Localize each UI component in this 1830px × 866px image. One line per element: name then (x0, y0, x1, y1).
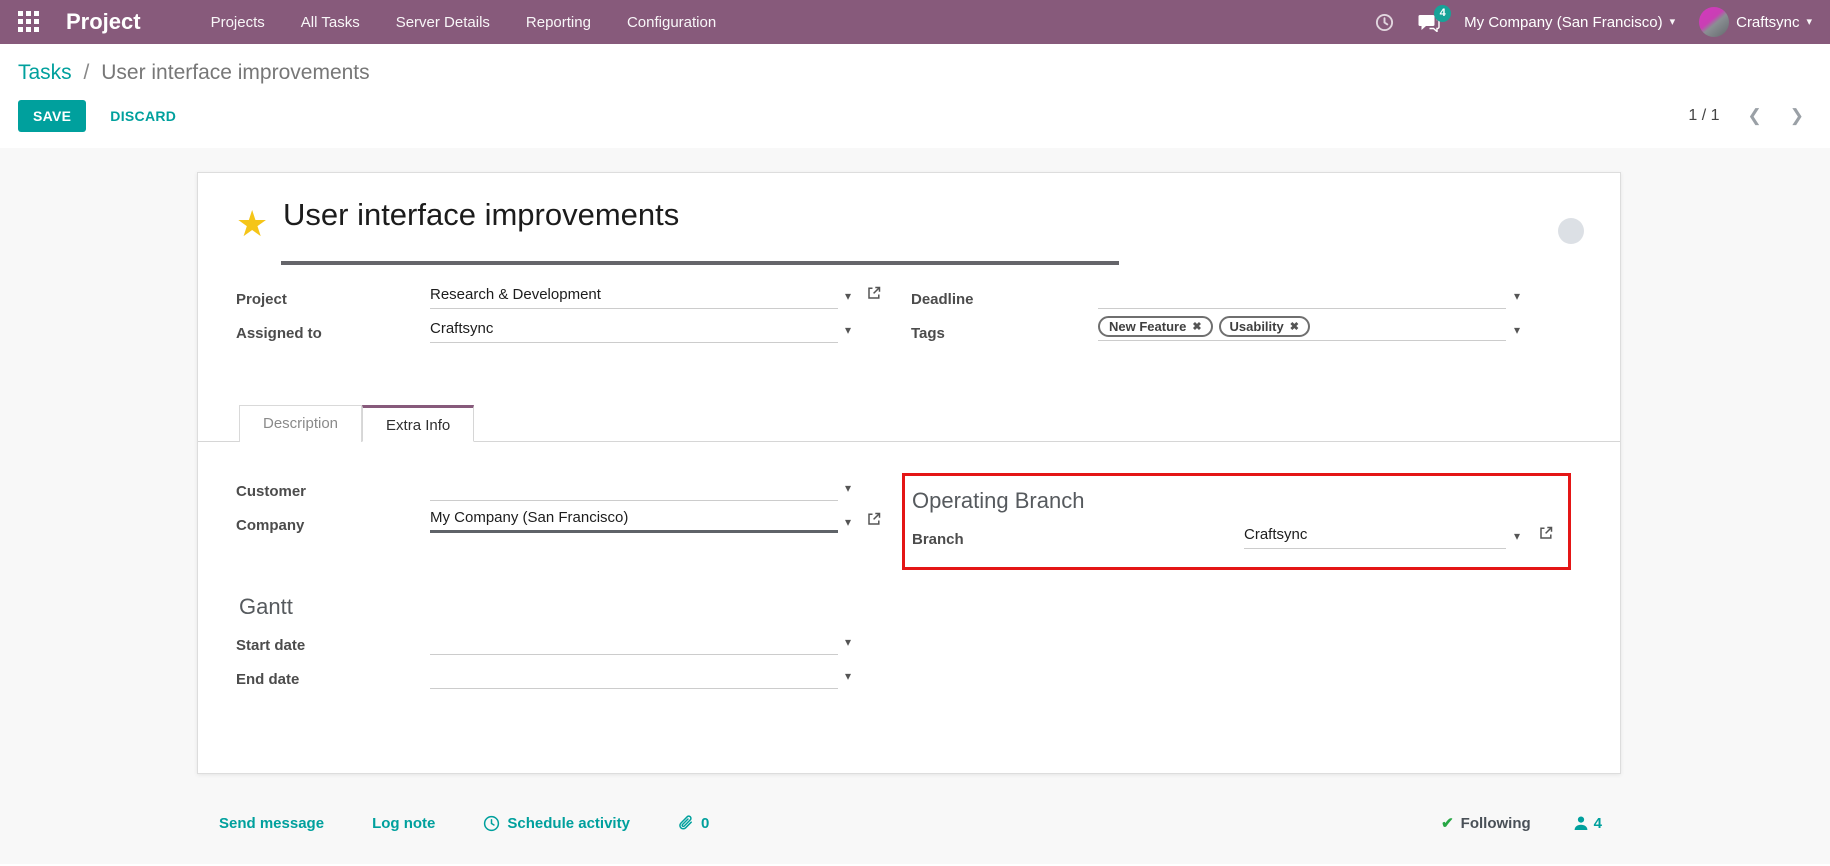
pager-next-icon[interactable]: ❯ (1790, 106, 1804, 126)
tag-pill[interactable]: New Feature ✖ (1098, 316, 1213, 337)
deadline-caret-icon[interactable]: ▾ (1514, 289, 1520, 303)
breadcrumb-current: User interface improvements (101, 61, 369, 84)
breadcrumb-tasks-link[interactable]: Tasks (18, 61, 72, 84)
main-menu: Projects All Tasks Server Details Report… (211, 14, 717, 31)
branch-label: Branch (912, 531, 964, 548)
branch-field[interactable]: Craftsync (1244, 521, 1506, 549)
project-caret-icon[interactable]: ▾ (845, 289, 851, 303)
customer-label: Customer (236, 483, 306, 500)
follower-count: 4 (1594, 815, 1602, 832)
attachment-count: 0 (701, 815, 709, 832)
control-panel-buttons: SAVE DISCARD 1 / 1 ❮ ❯ (0, 92, 1830, 148)
notebook-tabs: Description Extra Info (198, 405, 1620, 442)
log-note-button[interactable]: Log note (372, 815, 435, 832)
menu-server-details[interactable]: Server Details (396, 14, 490, 31)
favorite-star-icon[interactable]: ★ (236, 203, 268, 245)
company-switcher[interactable]: My Company (San Francisco) ▾ (1464, 14, 1675, 31)
menu-all-tasks[interactable]: All Tasks (301, 14, 360, 31)
menu-projects[interactable]: Projects (211, 14, 265, 31)
remove-tag-icon[interactable]: ✖ (1192, 320, 1201, 333)
menu-configuration[interactable]: Configuration (627, 14, 716, 31)
tag-name: Usability (1230, 319, 1284, 334)
kanban-state-dot[interactable] (1558, 218, 1584, 244)
start-date-caret-icon[interactable]: ▾ (845, 635, 851, 649)
tags-label: Tags (911, 325, 945, 342)
content-area: ★ User interface improvements Project Re… (0, 148, 1830, 864)
user-menu[interactable]: Craftsync ▾ (1699, 7, 1812, 37)
project-external-link-icon[interactable] (866, 285, 882, 301)
end-date-caret-icon[interactable]: ▾ (845, 669, 851, 683)
assigned-to-caret-icon[interactable]: ▾ (845, 323, 851, 337)
top-navbar: Project Projects All Tasks Server Detail… (0, 0, 1830, 44)
paperclip-icon (678, 815, 694, 832)
customer-caret-icon[interactable]: ▾ (845, 481, 851, 495)
message-count-badge: 4 (1434, 5, 1451, 22)
company-field[interactable]: My Company (San Francisco) (430, 505, 838, 533)
deadline-field[interactable] (1098, 281, 1506, 309)
task-title-input[interactable]: User interface improvements (283, 197, 679, 233)
deadline-label: Deadline (911, 291, 974, 308)
apps-menu-icon[interactable] (18, 11, 40, 33)
breadcrumb-separator: / (84, 61, 90, 84)
assigned-to-field[interactable]: Craftsync (430, 315, 838, 343)
send-message-button[interactable]: Send message (219, 815, 324, 832)
gantt-heading: Gantt (239, 594, 293, 620)
attachments-button[interactable]: 0 (678, 815, 709, 832)
tab-description[interactable]: Description (239, 405, 362, 442)
project-field[interactable]: Research & Development (430, 281, 838, 309)
tag-pill[interactable]: Usability ✖ (1219, 316, 1310, 337)
end-date-label: End date (236, 671, 299, 688)
start-date-label: Start date (236, 637, 305, 654)
tab-extra-info[interactable]: Extra Info (362, 405, 474, 442)
tag-name: New Feature (1109, 319, 1186, 334)
check-icon: ✔ (1441, 814, 1454, 832)
pager: 1 / 1 ❮ ❯ (1688, 106, 1812, 126)
title-underline (281, 261, 1119, 265)
following-button[interactable]: ✔ Following (1441, 814, 1531, 832)
customer-field[interactable] (430, 473, 838, 501)
user-menu-label: Craftsync (1736, 14, 1799, 31)
chatter-followers: ✔ Following 4 (1441, 814, 1602, 832)
messages-icon[interactable]: 4 (1418, 13, 1440, 32)
tags-field[interactable]: New Feature ✖ Usability ✖ (1098, 313, 1506, 341)
project-label: Project (236, 291, 287, 308)
menu-reporting[interactable]: Reporting (526, 14, 591, 31)
schedule-activity-button[interactable]: Schedule activity (483, 815, 630, 832)
discard-button[interactable]: DISCARD (110, 108, 176, 124)
assigned-to-label: Assigned to (236, 325, 322, 342)
company-caret-icon[interactable]: ▾ (845, 515, 851, 529)
chatter-toolbar: Send message Log note Schedule activity … (0, 798, 1830, 848)
save-button[interactable]: SAVE (18, 100, 86, 132)
followers-button[interactable]: 4 (1573, 815, 1602, 832)
branch-caret-icon[interactable]: ▾ (1514, 529, 1520, 543)
pager-previous-icon[interactable]: ❮ (1748, 106, 1762, 126)
pager-count: 1 / 1 (1688, 107, 1719, 125)
topbar-right: 4 My Company (San Francisco) ▾ Craftsync… (1375, 7, 1812, 37)
company-external-link-icon[interactable] (866, 511, 882, 527)
activities-clock-icon[interactable] (1375, 13, 1394, 32)
end-date-field[interactable] (430, 661, 838, 689)
chatter-actions: Send message Log note Schedule activity … (219, 815, 709, 832)
person-icon (1573, 815, 1589, 831)
chevron-down-icon: ▾ (1806, 17, 1812, 28)
remove-tag-icon[interactable]: ✖ (1290, 320, 1299, 333)
company-label: Company (236, 517, 304, 534)
avatar (1699, 7, 1729, 37)
app-brand[interactable]: Project (66, 9, 141, 35)
branch-external-link-icon[interactable] (1538, 525, 1554, 541)
breadcrumb: Tasks / User interface improvements (0, 44, 1830, 92)
tags-caret-icon[interactable]: ▾ (1514, 323, 1520, 337)
company-switcher-label: My Company (San Francisco) (1464, 14, 1662, 31)
task-form-sheet: ★ User interface improvements Project Re… (197, 172, 1621, 774)
operating-branch-heading: Operating Branch (912, 488, 1084, 514)
chevron-down-icon: ▾ (1670, 17, 1676, 28)
start-date-field[interactable] (430, 627, 838, 655)
clock-icon (483, 815, 500, 832)
